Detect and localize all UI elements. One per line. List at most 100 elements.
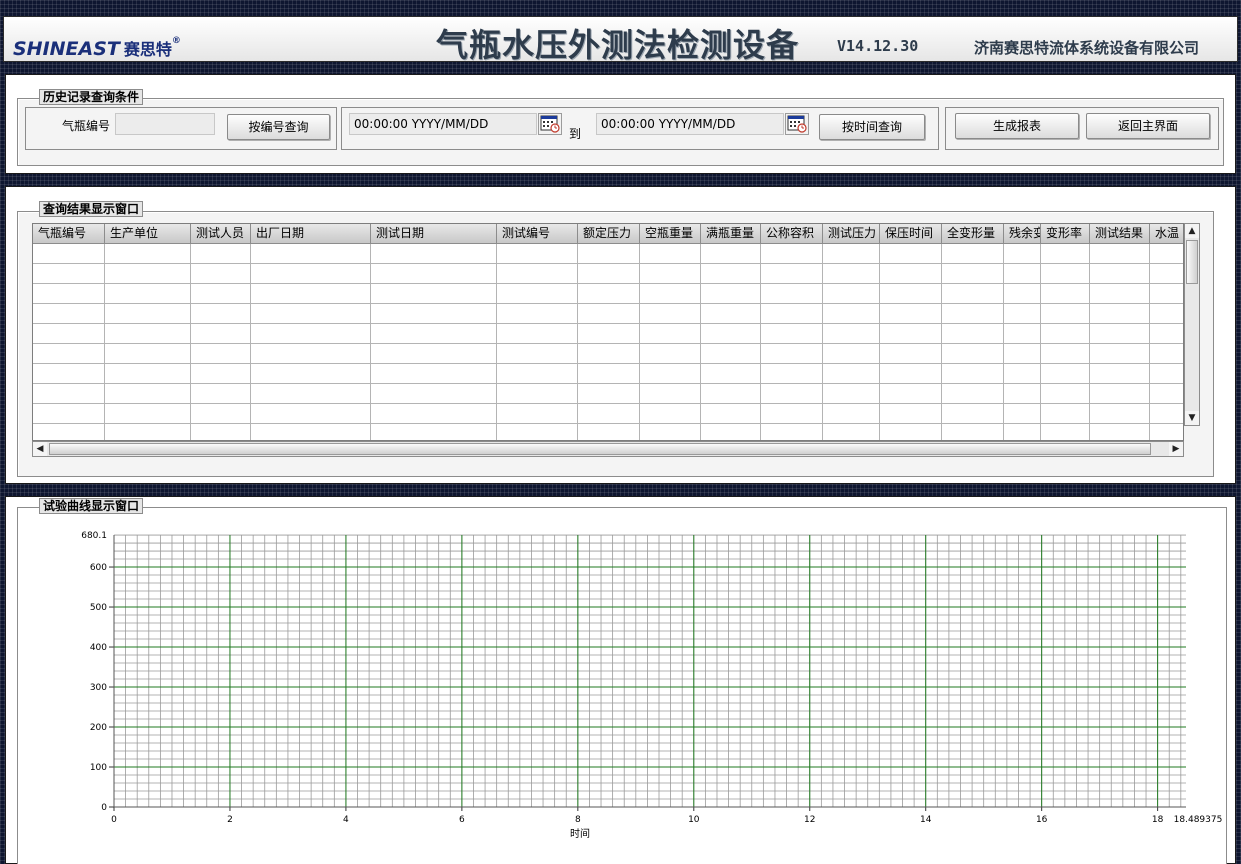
table-cell[interactable] xyxy=(640,344,701,364)
table-cell[interactable] xyxy=(105,304,191,324)
table-cell[interactable] xyxy=(371,344,497,364)
table-cell[interactable] xyxy=(191,364,251,384)
table-cell[interactable] xyxy=(33,424,105,440)
table-cell[interactable] xyxy=(33,244,105,264)
column-header[interactable]: 额定压力 xyxy=(578,224,640,244)
table-cell[interactable] xyxy=(880,244,942,264)
table-cell[interactable] xyxy=(1090,404,1150,424)
table-cell[interactable] xyxy=(1090,304,1150,324)
table-cell[interactable] xyxy=(761,364,823,384)
table-cell[interactable] xyxy=(1150,364,1183,384)
table-cell[interactable] xyxy=(191,304,251,324)
table-cell[interactable] xyxy=(191,424,251,440)
table-cell[interactable] xyxy=(33,264,105,284)
table-cell[interactable] xyxy=(1004,244,1041,264)
table-cell[interactable] xyxy=(701,264,761,284)
table-cell[interactable] xyxy=(251,264,371,284)
table-cell[interactable] xyxy=(1090,364,1150,384)
table-cell[interactable] xyxy=(251,244,371,264)
table-cell[interactable] xyxy=(880,284,942,304)
table-cell[interactable] xyxy=(823,324,880,344)
table-cell[interactable] xyxy=(371,264,497,284)
column-header[interactable]: 变形率 xyxy=(1041,224,1090,244)
table-cell[interactable] xyxy=(371,304,497,324)
table-row[interactable] xyxy=(33,244,1183,264)
column-header[interactable]: 测试编号 xyxy=(497,224,578,244)
start-time-input[interactable]: 00:00:00 YYYY/MM/DD xyxy=(349,113,537,135)
column-header[interactable]: 测试人员 xyxy=(191,224,251,244)
table-cell[interactable] xyxy=(1004,404,1041,424)
table-cell[interactable] xyxy=(701,324,761,344)
table-cell[interactable] xyxy=(578,424,640,440)
table-cell[interactable] xyxy=(578,384,640,404)
table-cell[interactable] xyxy=(640,404,701,424)
query-by-time-button[interactable]: 按时间查询 xyxy=(819,114,925,140)
table-cell[interactable] xyxy=(251,284,371,304)
table-cell[interactable] xyxy=(761,384,823,404)
table-cell[interactable] xyxy=(371,284,497,304)
table-cell[interactable] xyxy=(1041,264,1090,284)
table-cell[interactable] xyxy=(251,364,371,384)
table-cell[interactable] xyxy=(880,384,942,404)
table-cell[interactable] xyxy=(701,384,761,404)
table-cell[interactable] xyxy=(191,344,251,364)
table-cell[interactable] xyxy=(105,284,191,304)
table-cell[interactable] xyxy=(251,324,371,344)
table-cell[interactable] xyxy=(761,244,823,264)
horizontal-scrollbar[interactable]: ◀ ▶ xyxy=(32,441,1184,457)
table-cell[interactable] xyxy=(251,304,371,324)
table-cell[interactable] xyxy=(942,404,1004,424)
table-cell[interactable] xyxy=(1150,344,1183,364)
generate-report-button[interactable]: 生成报表 xyxy=(955,113,1079,139)
table-cell[interactable] xyxy=(761,344,823,364)
table-row[interactable] xyxy=(33,264,1183,284)
table-cell[interactable] xyxy=(251,424,371,440)
cylinder-no-input[interactable] xyxy=(115,113,215,135)
table-cell[interactable] xyxy=(371,324,497,344)
table-cell[interactable] xyxy=(1090,244,1150,264)
table-cell[interactable] xyxy=(578,264,640,284)
table-cell[interactable] xyxy=(105,244,191,264)
table-cell[interactable] xyxy=(33,284,105,304)
column-header[interactable]: 保压时间 xyxy=(880,224,942,244)
table-cell[interactable] xyxy=(1090,424,1150,440)
table-cell[interactable] xyxy=(761,404,823,424)
table-cell[interactable] xyxy=(497,264,578,284)
table-cell[interactable] xyxy=(251,344,371,364)
table-cell[interactable] xyxy=(942,304,1004,324)
table-cell[interactable] xyxy=(1041,324,1090,344)
table-cell[interactable] xyxy=(497,384,578,404)
table-cell[interactable] xyxy=(191,284,251,304)
table-cell[interactable] xyxy=(497,424,578,440)
table-cell[interactable] xyxy=(1150,384,1183,404)
table-cell[interactable] xyxy=(191,264,251,284)
table-cell[interactable] xyxy=(371,384,497,404)
table-cell[interactable] xyxy=(191,384,251,404)
table-cell[interactable] xyxy=(251,404,371,424)
column-header[interactable]: 气瓶编号 xyxy=(33,224,105,244)
table-cell[interactable] xyxy=(1090,384,1150,404)
table-cell[interactable] xyxy=(640,364,701,384)
table-cell[interactable] xyxy=(371,244,497,264)
table-cell[interactable] xyxy=(880,404,942,424)
table-cell[interactable] xyxy=(578,364,640,384)
table-cell[interactable] xyxy=(1090,344,1150,364)
column-header[interactable]: 公称容积 xyxy=(761,224,823,244)
column-header[interactable]: 测试结果 xyxy=(1090,224,1150,244)
table-cell[interactable] xyxy=(942,424,1004,440)
table-cell[interactable] xyxy=(701,244,761,264)
table-cell[interactable] xyxy=(105,324,191,344)
table-cell[interactable] xyxy=(191,324,251,344)
column-header[interactable]: 全变形量 xyxy=(942,224,1004,244)
table-cell[interactable] xyxy=(497,364,578,384)
table-cell[interactable] xyxy=(942,344,1004,364)
table-cell[interactable] xyxy=(497,404,578,424)
table-cell[interactable] xyxy=(640,324,701,344)
table-cell[interactable] xyxy=(823,384,880,404)
table-cell[interactable] xyxy=(1150,244,1183,264)
table-cell[interactable] xyxy=(191,404,251,424)
table-cell[interactable] xyxy=(640,244,701,264)
table-cell[interactable] xyxy=(33,324,105,344)
table-row[interactable] xyxy=(33,324,1183,344)
table-cell[interactable] xyxy=(1041,384,1090,404)
